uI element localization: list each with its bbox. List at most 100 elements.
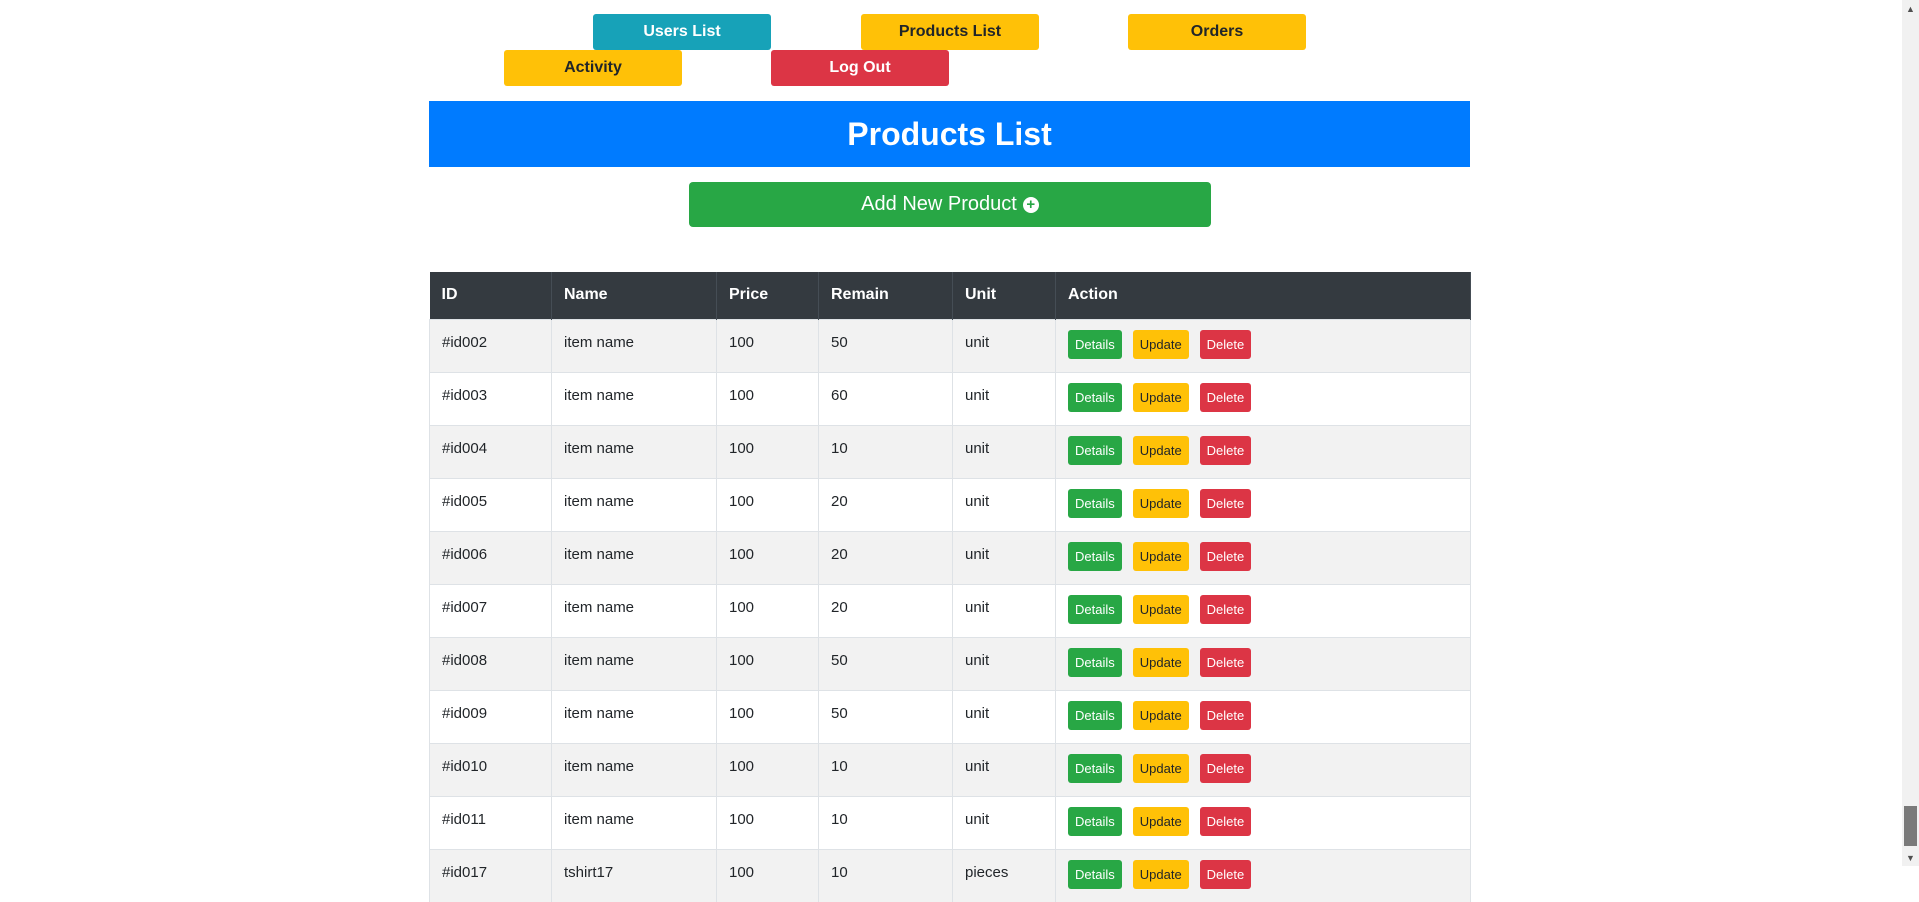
cell-name: item name — [551, 689, 717, 743]
cell-price: 100 — [716, 795, 819, 849]
details-button[interactable]: Details — [1068, 329, 1122, 359]
update-button[interactable]: Update — [1132, 329, 1189, 359]
table-row: #id008 item name 100 50 unit Details Update Del… — [429, 636, 1471, 690]
column-header-action: Action — [1055, 272, 1471, 319]
cell-remain: 10 — [818, 795, 953, 849]
delete-button[interactable]: Delete — [1199, 541, 1252, 571]
cell-price: 100 — [716, 371, 819, 425]
cell-name: item name — [551, 795, 717, 849]
update-button[interactable]: Update — [1132, 806, 1189, 836]
delete-button[interactable]: Delete — [1199, 382, 1252, 412]
table-row: #id006 item name 100 20 unit Details Update Del… — [429, 530, 1471, 584]
nav-log-out-button[interactable]: Log Out — [771, 50, 949, 86]
add-new-product-button[interactable]: Add New Product + — [689, 182, 1211, 227]
update-button[interactable]: Update — [1132, 700, 1189, 730]
cell-price: 100 — [716, 424, 819, 478]
details-button[interactable]: Details — [1068, 435, 1122, 465]
column-header-unit: Unit — [952, 272, 1056, 319]
cell-unit: unit — [952, 742, 1056, 796]
cell-action: Details Update Delete — [1055, 583, 1471, 637]
update-button[interactable]: Update — [1132, 753, 1189, 783]
cell-remain: 60 — [818, 371, 953, 425]
cell-unit: pieces — [952, 848, 1056, 902]
add-new-product-label: Add New Product — [861, 193, 1017, 215]
cell-name: item name — [551, 636, 717, 690]
delete-button[interactable]: Delete — [1199, 753, 1252, 783]
cell-action: Details Update Delete — [1055, 689, 1471, 743]
cell-remain: 50 — [818, 636, 953, 690]
cell-id: #id009 — [429, 689, 552, 743]
cell-id: #id007 — [429, 583, 552, 637]
cell-action: Details Update Delete — [1055, 530, 1471, 584]
update-button[interactable]: Update — [1132, 382, 1189, 412]
delete-button[interactable]: Delete — [1199, 329, 1252, 359]
update-button[interactable]: Update — [1132, 647, 1189, 677]
column-header-id: ID — [429, 272, 552, 319]
delete-button[interactable]: Delete — [1199, 488, 1252, 518]
cell-unit: unit — [952, 530, 1056, 584]
cell-action: Details Update Delete — [1055, 371, 1471, 425]
nav-activity-button[interactable]: Activity — [504, 50, 682, 86]
nav-products-list-button[interactable]: Products List — [861, 14, 1039, 50]
cell-price: 100 — [716, 636, 819, 690]
cell-unit: unit — [952, 636, 1056, 690]
details-button[interactable]: Details — [1068, 488, 1122, 518]
update-button[interactable]: Update — [1132, 435, 1189, 465]
scroll-up-arrow-icon[interactable]: ▲ — [1902, 0, 1919, 17]
vertical-scrollbar[interactable]: ▲ ▼ — [1902, 0, 1919, 866]
cell-action: Details Update Delete — [1055, 742, 1471, 796]
table-row: #id011 item name 100 10 unit Details Update Del… — [429, 795, 1471, 849]
cell-remain: 10 — [818, 848, 953, 902]
details-button[interactable]: Details — [1068, 700, 1122, 730]
details-button[interactable]: Details — [1068, 647, 1122, 677]
cell-remain: 10 — [818, 742, 953, 796]
table-row: #id007 item name 100 20 unit Details Update Del… — [429, 583, 1471, 637]
cell-unit: unit — [952, 583, 1056, 637]
cell-action: Details Update Delete — [1055, 477, 1471, 531]
delete-button[interactable]: Delete — [1199, 859, 1252, 889]
delete-button[interactable]: Delete — [1199, 700, 1252, 730]
details-button[interactable]: Details — [1068, 806, 1122, 836]
delete-button[interactable]: Delete — [1199, 647, 1252, 677]
cell-name: item name — [551, 583, 717, 637]
delete-button[interactable]: Delete — [1199, 806, 1252, 836]
cell-action: Details Update Delete — [1055, 848, 1471, 902]
update-button[interactable]: Update — [1132, 859, 1189, 889]
delete-button[interactable]: Delete — [1199, 435, 1252, 465]
plus-circle-icon: + — [1022, 196, 1039, 213]
cell-id: #id006 — [429, 530, 552, 584]
table-row: #id017 tshirt17 100 10 pieces Details Update De… — [429, 848, 1471, 902]
update-button[interactable]: Update — [1132, 488, 1189, 518]
cell-remain: 50 — [818, 318, 953, 372]
details-button[interactable]: Details — [1068, 541, 1122, 571]
cell-price: 100 — [716, 318, 819, 372]
cell-unit: unit — [952, 318, 1056, 372]
table-row: #id005 item name 100 20 unit Details Update Del… — [429, 477, 1471, 531]
details-button[interactable]: Details — [1068, 859, 1122, 889]
page-title: Products List — [847, 115, 1052, 152]
nav-orders-button[interactable]: Orders — [1128, 14, 1306, 50]
cell-name: item name — [551, 318, 717, 372]
cell-action: Details Update Delete — [1055, 424, 1471, 478]
details-button[interactable]: Details — [1068, 594, 1122, 624]
cell-id: #id002 — [429, 318, 552, 372]
details-button[interactable]: Details — [1068, 753, 1122, 783]
nav-users-list-button[interactable]: Users List — [593, 14, 771, 50]
cell-price: 100 — [716, 583, 819, 637]
details-button[interactable]: Details — [1068, 382, 1122, 412]
cell-id: #id008 — [429, 636, 552, 690]
delete-button[interactable]: Delete — [1199, 594, 1252, 624]
scrollbar-thumb[interactable] — [1904, 806, 1917, 846]
update-button[interactable]: Update — [1132, 594, 1189, 624]
cell-action: Details Update Delete — [1055, 795, 1471, 849]
update-button[interactable]: Update — [1132, 541, 1189, 571]
table-header-row: ID Name Price Remain Unit Action — [429, 272, 1471, 319]
cell-remain: 20 — [818, 477, 953, 531]
products-table: ID Name Price Remain Unit Action #id002 i… — [429, 272, 1471, 902]
cell-remain: 10 — [818, 424, 953, 478]
cell-price: 100 — [716, 689, 819, 743]
cell-unit: unit — [952, 477, 1056, 531]
cell-name: item name — [551, 371, 717, 425]
page-title-bar: Products List — [429, 101, 1470, 167]
scroll-down-arrow-icon[interactable]: ▼ — [1902, 849, 1919, 866]
